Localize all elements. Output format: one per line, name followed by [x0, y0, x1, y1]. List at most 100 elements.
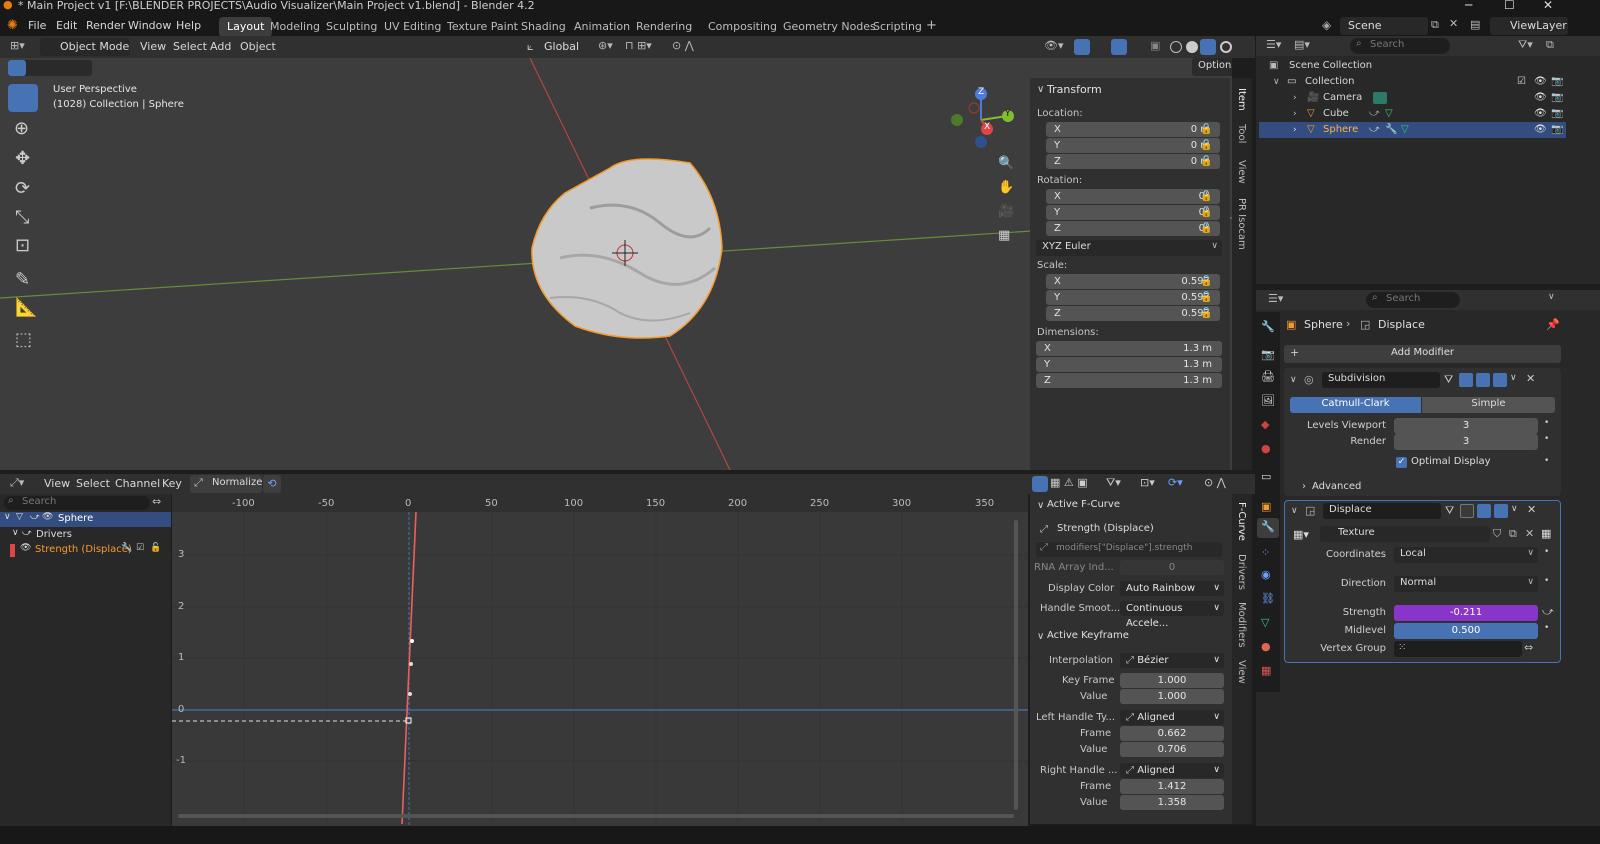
lock-rotation-x-icon[interactable]: 🔓	[1200, 191, 1212, 202]
move-tool-icon[interactable]: ✥	[15, 148, 30, 169]
tab-rendering[interactable]: Rendering	[628, 17, 700, 37]
constraints-tab-icon[interactable]: ⛓	[1261, 592, 1275, 605]
texture-tab-icon[interactable]: ▦	[1261, 664, 1271, 677]
keyframe-dot-icon[interactable]: •	[1544, 456, 1549, 466]
lock-scale-z-icon[interactable]: 🔓	[1200, 308, 1212, 319]
ortho-toggle-icon[interactable]: ▦	[998, 228, 1010, 243]
tool-tab-icon[interactable]: 🔧	[1261, 320, 1275, 333]
pan-hand-icon[interactable]: ✋	[998, 180, 1014, 195]
rotation-y-field[interactable]: Y 0°	[1046, 205, 1220, 220]
location-z-field[interactable]: Z0 m	[1046, 154, 1220, 169]
mode-selector[interactable]: Object Mode	[40, 38, 130, 56]
right-handle-type-dropdown[interactable]: ⤢ Aligned ∨	[1120, 763, 1224, 778]
visibility-eye-icon[interactable]: 👁	[1534, 90, 1547, 106]
keyframe-dot-icon[interactable]: •	[1544, 623, 1549, 633]
rna-index-field[interactable]: 0	[1120, 560, 1224, 575]
zoom-icon[interactable]: 🔍	[998, 156, 1014, 171]
camera-view-icon[interactable]: 🎥	[998, 204, 1014, 219]
navigation-gizmo[interactable]: Z Y X	[945, 84, 1017, 156]
tab-compositing[interactable]: Compositing	[700, 17, 785, 37]
collapse-chevron-icon[interactable]: ∨	[1291, 506, 1298, 516]
select-box-mode-icon[interactable]	[8, 60, 26, 76]
tab-pr-isocam[interactable]: PR Isocam	[1236, 198, 1247, 250]
rotate-tool-icon[interactable]: ⟳	[15, 178, 30, 199]
tab-tool[interactable]: Tool	[1236, 124, 1247, 143]
keyframe-dot-icon[interactable]: •	[1544, 434, 1549, 444]
output-tab-icon[interactable]: 🖨	[1261, 370, 1275, 383]
menu-render[interactable]: Render	[86, 19, 125, 32]
graph-filter-icon[interactable]: ⛛▾	[1106, 476, 1121, 490]
render-camera-icon[interactable]: 📷	[1551, 106, 1563, 122]
lock-scale-x-icon[interactable]: 🔓	[1200, 276, 1212, 287]
channel-row-strength[interactable]: 👁 Strength (Displace) 🔧 ☑ 🔓	[0, 543, 171, 558]
exclude-checkbox-icon[interactable]: ☑	[1517, 74, 1526, 90]
render-levels-field[interactable]: 3	[1394, 434, 1538, 450]
display-mode-icon[interactable]: ▤▾	[1294, 38, 1310, 51]
tab-graph-view[interactable]: View	[1236, 660, 1247, 684]
data-path-field[interactable]: ⤢ modifiers["Displace"].strength	[1036, 542, 1222, 557]
transform-tool-icon[interactable]: ⊡	[15, 235, 30, 256]
render-toggle-icon[interactable]	[1494, 504, 1508, 518]
handle-smoothing-dropdown[interactable]: Continuous Accele... ∨	[1120, 601, 1224, 629]
vertex-group-field[interactable]: ⁙	[1394, 641, 1522, 657]
snap-graph-icon[interactable]: ⟳▾	[1168, 476, 1183, 489]
pin-icon[interactable]: 📌	[1546, 318, 1560, 331]
xray-icon[interactable]: ▣	[1150, 39, 1160, 52]
render-camera-icon[interactable]: 📷	[1551, 122, 1563, 138]
outliner-item-sphere[interactable]: › ▽ Sphere ⤻ 🔧 ▽ 👁 📷	[1259, 122, 1566, 138]
menu-file[interactable]: File	[28, 19, 46, 32]
keyframe-dot-icon[interactable]: •	[1544, 547, 1549, 557]
simple-button[interactable]: Simple	[1422, 397, 1555, 413]
dimensions-z-field[interactable]: Z 1.3 m	[1036, 373, 1222, 388]
advanced-label[interactable]: Advanced	[1312, 481, 1361, 492]
collapse-chevron-icon[interactable]: ∨	[1037, 500, 1044, 511]
lock-location-y-icon[interactable]: 🔓	[1200, 140, 1212, 151]
left-value-field[interactable]: 0.706	[1120, 742, 1224, 757]
graph-menu-view[interactable]: View	[44, 477, 70, 490]
subdivision-name-field[interactable]: Subdivision	[1322, 372, 1440, 388]
visibility-eye-icon[interactable]: 👁	[20, 543, 31, 553]
expand-chevron-icon[interactable]: ∨	[12, 528, 19, 538]
menu-window[interactable]: Window	[128, 19, 171, 32]
select-tool-icon[interactable]	[8, 84, 38, 112]
midlevel-field[interactable]: 0.500	[1394, 623, 1538, 639]
displace-name-field[interactable]: Displace	[1323, 503, 1441, 519]
channel-row-drivers[interactable]: ∨ ⤻ Drivers	[0, 528, 171, 543]
scene-tab-icon[interactable]: ◆	[1261, 418, 1269, 431]
on-cage-toggle-icon[interactable]	[1459, 373, 1473, 387]
outliner-item-camera[interactable]: › 🎥 Camera 👁 📷	[1259, 90, 1566, 106]
graph-tools-icons[interactable]: ▦ ⚠ ▣	[1050, 476, 1088, 489]
outliner-scene-collection[interactable]: ▣ Scene Collection	[1259, 58, 1566, 74]
lock-rotation-y-icon[interactable]: 🔓	[1200, 207, 1212, 218]
solid-shading-icon[interactable]	[1186, 41, 1198, 53]
viewport-menu-view[interactable]: View	[140, 40, 166, 53]
graph-menu-channel[interactable]: Channel	[115, 477, 160, 490]
left-handle-type-dropdown[interactable]: ⤢ Aligned ∨	[1120, 710, 1224, 725]
visibility-eye-icon[interactable]: 👁	[42, 512, 53, 522]
cursor-tool-icon[interactable]: ⊕	[14, 118, 29, 139]
tab-drivers[interactable]: Drivers	[1236, 554, 1247, 590]
minimize-button[interactable]: ─	[1465, 0, 1472, 12]
close-button[interactable]: ✕	[1543, 0, 1553, 12]
normalize-toggle[interactable]: ⤢ Normalize	[190, 475, 262, 493]
location-y-field[interactable]: Y0 m	[1046, 138, 1220, 153]
dimensions-x-field[interactable]: X 1.3 m	[1036, 341, 1222, 356]
catmull-clark-button[interactable]: Catmull-Clark	[1290, 397, 1421, 413]
expand-chevron-icon[interactable]: ∨	[1273, 74, 1280, 90]
chevron-down-icon[interactable]: ∨	[1548, 292, 1555, 302]
add-cube-tool-icon[interactable]: ⬚	[15, 329, 32, 350]
lock-icon[interactable]: 🔓	[150, 543, 161, 553]
mute-checkbox-icon[interactable]: ☑	[136, 543, 144, 553]
expand-chevron-icon[interactable]: ›	[1293, 122, 1297, 138]
editor-type-icon[interactable]: ⊞▾	[10, 39, 25, 52]
measure-tool-icon[interactable]: 📐	[15, 297, 37, 318]
rendered-shading-icon[interactable]	[1220, 41, 1232, 53]
direction-dropdown[interactable]: Normal ∨	[1394, 576, 1538, 592]
interpolation-dropdown[interactable]: ⤢ Bézier ∨	[1120, 653, 1224, 668]
key-value-field[interactable]: 1.000	[1120, 689, 1224, 704]
view-layer-selector[interactable]: ViewLayer	[1490, 17, 1568, 35]
add-workspace-button[interactable]: +	[918, 15, 945, 35]
proportional-graph-icon[interactable]: ⊙ ⋀	[1204, 476, 1226, 489]
blender-menu-icon[interactable]: ✺	[7, 18, 18, 33]
scale-z-field[interactable]: Z 0.597	[1046, 306, 1220, 321]
